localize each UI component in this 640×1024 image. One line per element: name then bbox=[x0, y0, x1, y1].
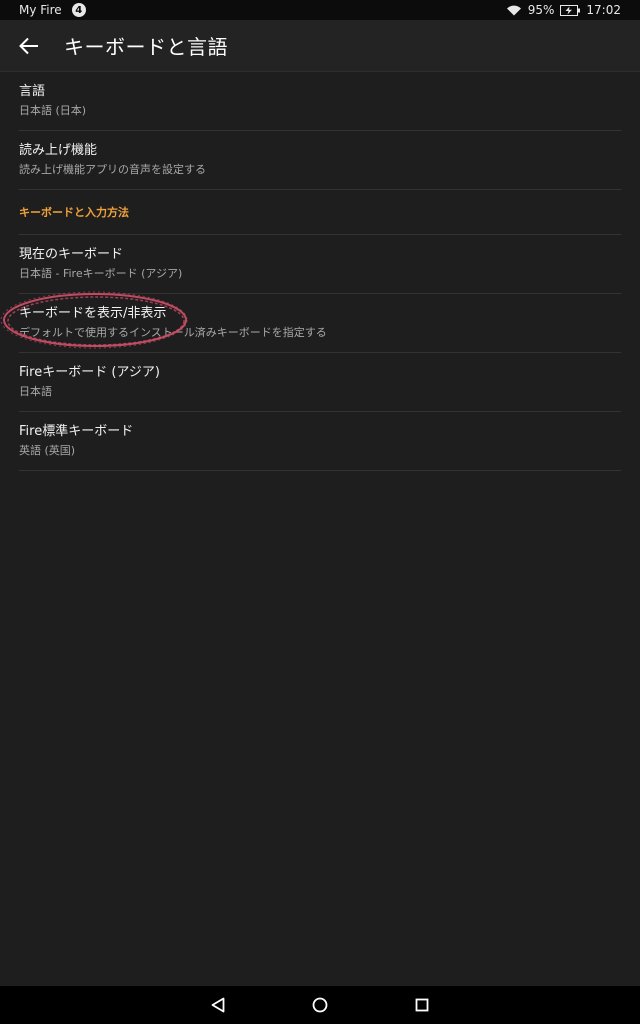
setting-subtitle: 日本語 (日本) bbox=[19, 104, 87, 117]
setting-subtitle: 日本語 - Fireキーボード (アジア) bbox=[19, 267, 183, 280]
setting-title: Fire標準キーボード bbox=[19, 424, 134, 439]
battery-percent: 95% bbox=[527, 3, 555, 17]
status-right: 95% 17:02 bbox=[500, 3, 640, 17]
setting-subtitle: 日本語 bbox=[19, 385, 52, 398]
nav-back-button[interactable] bbox=[198, 986, 238, 1024]
setting-language[interactable]: 言語 日本語 (日本) bbox=[19, 72, 621, 131]
circle-home-icon bbox=[312, 997, 328, 1013]
back-button[interactable] bbox=[17, 34, 41, 58]
square-recents-icon bbox=[415, 998, 429, 1012]
setting-subtitle: 英語 (英国) bbox=[19, 444, 76, 457]
status-left: My Fire 4 bbox=[0, 3, 86, 17]
setting-subtitle: 読み上げ機能アプリの音声を設定する bbox=[19, 163, 206, 176]
nav-home-button[interactable] bbox=[300, 986, 340, 1024]
status-bar: My Fire 4 95% 17:02 bbox=[0, 0, 640, 20]
setting-fire-standard-keyboard[interactable]: Fire標準キーボード 英語 (英国) bbox=[19, 412, 621, 471]
app-bar: キーボードと言語 bbox=[0, 20, 640, 72]
setting-text-to-speech[interactable]: 読み上げ機能 読み上げ機能アプリの音声を設定する bbox=[19, 131, 621, 190]
setting-title: 現在のキーボード bbox=[19, 247, 124, 262]
wifi-icon bbox=[506, 4, 522, 16]
setting-title: 読み上げ機能 bbox=[19, 143, 98, 158]
setting-show-hide-keyboards[interactable]: キーボードを表示/非表示 デフォルトで使用するインストール済みキーボードを指定す… bbox=[19, 294, 621, 353]
notification-count-badge: 4 bbox=[71, 3, 86, 17]
setting-subtitle: デフォルトで使用するインストール済みキーボードを指定する bbox=[19, 326, 327, 339]
battery-charging-icon bbox=[560, 4, 581, 16]
setting-title: Fireキーボード (アジア) bbox=[19, 365, 160, 380]
setting-fire-keyboard-asia[interactable]: Fireキーボード (アジア) 日本語 bbox=[19, 353, 621, 412]
clock: 17:02 bbox=[586, 3, 621, 17]
triangle-back-icon bbox=[211, 997, 225, 1013]
setting-current-keyboard[interactable]: 現在のキーボード 日本語 - Fireキーボード (アジア) bbox=[19, 235, 621, 294]
settings-list: 言語 日本語 (日本) 読み上げ機能 読み上げ機能アプリの音声を設定する キーボ… bbox=[19, 72, 621, 471]
nav-bar bbox=[0, 986, 640, 1024]
section-header-keyboard-input: キーボードと入力方法 bbox=[19, 190, 621, 235]
page-title: キーボードと言語 bbox=[64, 35, 228, 59]
back-arrow-icon bbox=[19, 37, 38, 54]
setting-title: 言語 bbox=[19, 84, 46, 99]
app-name: My Fire bbox=[19, 3, 62, 17]
nav-recents-button[interactable] bbox=[402, 986, 442, 1024]
setting-title: キーボードを表示/非表示 bbox=[19, 306, 167, 321]
